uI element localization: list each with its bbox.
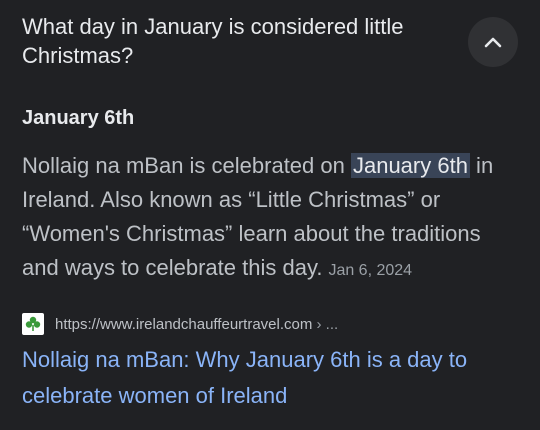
source-row[interactable]: https://www.irelandchauffeurtravel.com ›… xyxy=(22,312,338,336)
result-title-link[interactable]: Nollaig na mBan: Why January 6th is a da… xyxy=(22,342,522,414)
source-url-suffix: › ... xyxy=(312,315,339,333)
answer-title: January 6th xyxy=(22,107,135,129)
source-url-text: https://www.irelandchauffeurtravel.com xyxy=(55,315,313,333)
source-url[interactable]: https://www.irelandchauffeurtravel.com ›… xyxy=(55,316,338,333)
snippet-highlight: January 6th xyxy=(350,153,470,178)
snippet-date: Jan 6, 2024 xyxy=(328,262,413,279)
chevron-up-icon xyxy=(484,37,502,48)
collapse-button[interactable] xyxy=(468,17,518,67)
question-heading: What day in January is considered little… xyxy=(22,14,404,68)
answer-snippet: Nollaig na mBan is celebrated on January… xyxy=(22,149,522,288)
snippet-text-before: Nollaig na mBan is celebrated on xyxy=(22,153,351,178)
shamrock-favicon-icon xyxy=(22,313,44,335)
